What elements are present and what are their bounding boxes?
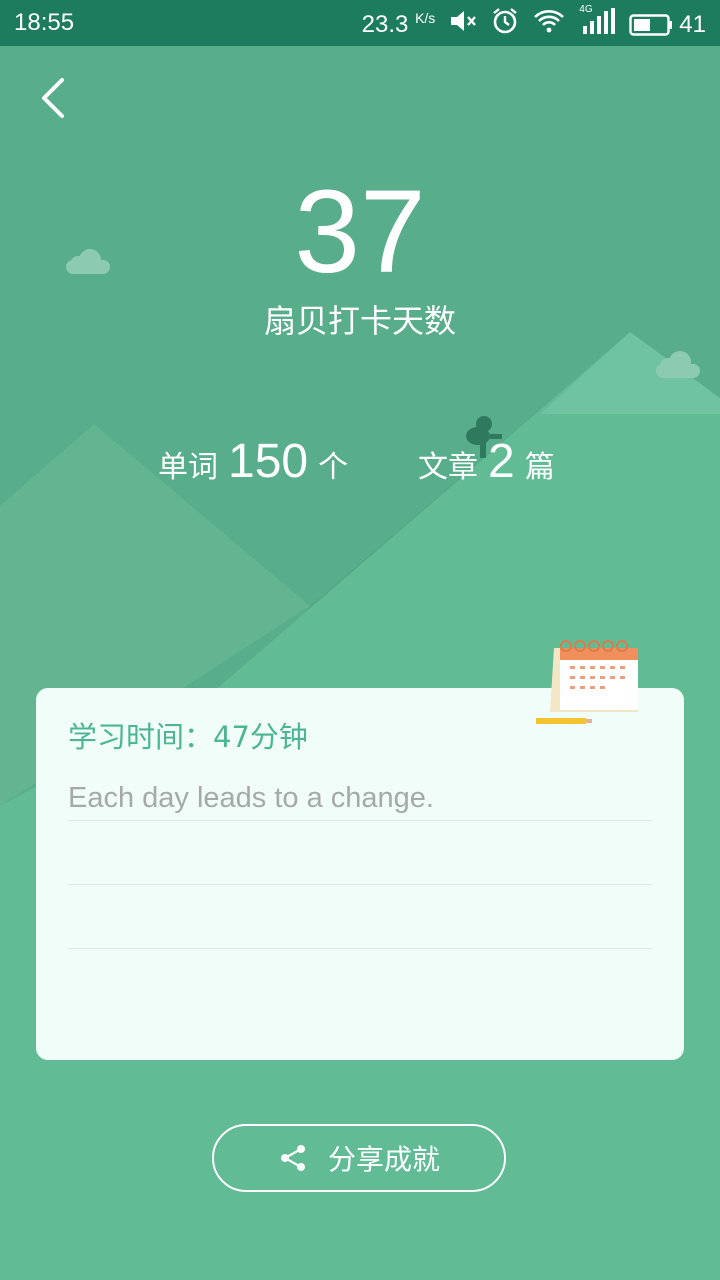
back-button[interactable] — [32, 74, 76, 122]
cellular-signal-icon: 4G — [579, 4, 616, 41]
calendar-icon — [536, 640, 638, 724]
study-card: 学习时间：47分钟 Each day leads to a change. — [36, 688, 684, 1060]
chevron-left-icon — [42, 78, 64, 118]
alarm-icon — [491, 7, 519, 42]
battery-icon: 41 — [629, 11, 706, 39]
checkin-days-count: 37 — [294, 166, 426, 298]
battery-level: 41 — [679, 10, 706, 38]
study-time: 学习时间：47分钟 — [68, 720, 308, 754]
network-speed-unit: K/s — [415, 10, 436, 26]
status-bar: 18:55 23.3 K/s 4G 41 — [0, 0, 720, 46]
wifi-icon — [533, 8, 565, 41]
status-icons: 23.3 K/s 4G 41 — [362, 4, 706, 42]
stats-row: 单词 150 个 文章 2 篇 — [0, 434, 720, 494]
articles-stat: 文章 2 篇 — [418, 434, 555, 489]
share-label: 分享成就 — [327, 1143, 440, 1176]
articles-unit: 篇 — [524, 450, 555, 485]
network-type: 4G — [579, 4, 593, 15]
network-speed: 23.3 K/s — [362, 10, 436, 39]
card-divider — [68, 884, 652, 885]
words-unit: 个 — [318, 450, 349, 485]
words-stat: 单词 150 个 — [158, 434, 348, 489]
words-label: 单词 — [158, 450, 218, 485]
articles-label: 文章 — [418, 450, 478, 485]
share-icon — [280, 1145, 305, 1171]
card-divider — [68, 948, 652, 949]
network-speed-value: 23.3 — [361, 11, 409, 38]
words-count: 150 — [228, 435, 309, 488]
articles-count: 2 — [488, 435, 515, 488]
daily-quote: Each day leads to a change. — [68, 782, 434, 814]
share-achievement-button[interactable]: 分享成就 — [212, 1124, 506, 1192]
status-time: 18:55 — [14, 9, 75, 36]
card-divider — [68, 820, 652, 821]
checkin-days-label: 扇贝打卡天数 — [263, 302, 456, 340]
mute-icon — [449, 9, 477, 40]
